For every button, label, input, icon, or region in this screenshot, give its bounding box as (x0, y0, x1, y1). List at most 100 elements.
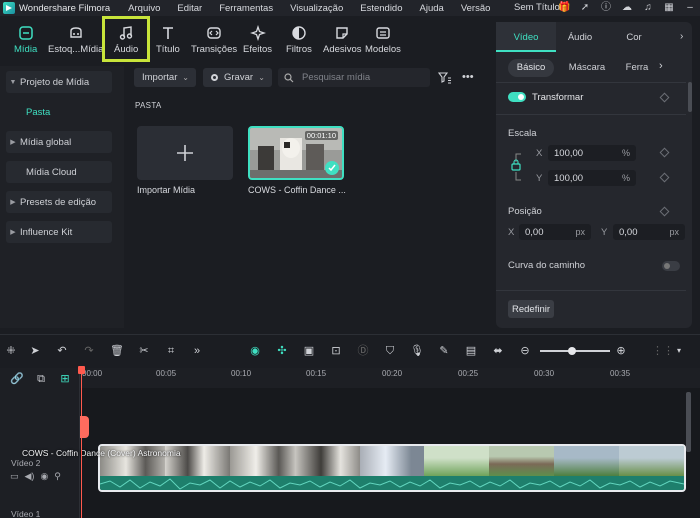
screenshot-icon[interactable]: ⊡ (329, 344, 343, 358)
menu-visualizacao[interactable]: Visualização (290, 3, 343, 14)
menu-editar[interactable]: Editar (177, 3, 202, 14)
snap-icon[interactable]: ✣ (275, 344, 289, 358)
subtab-tools[interactable]: Ferra (622, 59, 652, 77)
tab-transitions[interactable]: Transições (191, 24, 237, 60)
send-icon[interactable]: ➚ (579, 2, 591, 14)
ruler-mark: 00:00 (82, 369, 103, 378)
tool-tabs-bar: Mídia Estoq...Mídia Áudio Título Transiç… (0, 16, 494, 62)
record-dropdown[interactable]: Gravar ⌄ (203, 68, 272, 87)
gift-icon[interactable]: 🎁 (558, 2, 570, 14)
position-x-field[interactable]: 0,00 px (519, 224, 591, 240)
scale-x-field[interactable]: 100,00 % (548, 145, 636, 161)
tab-effects[interactable]: Efeitos (243, 24, 272, 60)
chevron-down-icon[interactable]: ▾ (672, 344, 686, 358)
menu-versao[interactable]: Versão (461, 3, 491, 14)
auto-reframe-icon[interactable]: ▣ (302, 344, 316, 358)
transform-label: Transformar (532, 92, 584, 103)
crop-icon[interactable]: ⌗ (164, 344, 178, 358)
tab-stickers-label: Adesivos (323, 44, 362, 55)
cloud-upload-icon[interactable]: ☁ (621, 2, 633, 14)
zoom-slider-handle[interactable] (568, 347, 576, 355)
chevron-right-icon[interactable]: › (680, 31, 683, 42)
select-arrow-icon[interactable]: ➤ (28, 344, 42, 358)
sidebar-item-project-media[interactable]: ▼ Projeto de Mídia (6, 71, 112, 93)
minimize-icon[interactable]: – (684, 2, 696, 14)
add-track-icon[interactable]: ⊞ (58, 372, 72, 386)
grid-icon[interactable]: ▦ (663, 2, 675, 14)
sidebar-item-label: Mídia Cloud (26, 166, 77, 178)
scissors-icon[interactable]: ✂ (137, 344, 151, 358)
import-media-label: Importar Mídia (137, 185, 196, 195)
tab-templates[interactable]: Modelos (365, 24, 401, 60)
tab-media[interactable]: Mídia (14, 24, 37, 60)
link-icon[interactable]: 🔗 (10, 372, 24, 386)
magnet-icon[interactable]: ⧉ (34, 372, 48, 386)
info-icon[interactable]: ⓘ (600, 2, 612, 14)
menu-ajuda[interactable]: Ajuda (420, 3, 444, 14)
media-image-icon[interactable]: ▤ (464, 344, 478, 358)
more-options-icon[interactable]: ••• (462, 72, 474, 83)
ai-assist-icon[interactable]: ◉ (248, 344, 262, 358)
tab-filters[interactable]: Filtros (286, 24, 312, 60)
redo-icon[interactable]: ↷ (82, 344, 96, 358)
headset-icon[interactable]: ♫ (642, 2, 654, 14)
zoom-slider[interactable] (540, 347, 610, 355)
sidebar-item-influence-kit[interactable]: ▶ Influence Kit (6, 221, 112, 243)
tab-stock-media[interactable]: Estoq...Mídia (48, 24, 103, 60)
layout-grid-icon[interactable]: ⁜ (4, 344, 18, 358)
import-dropdown[interactable]: Importar ⌄ (134, 68, 196, 87)
scale-link-lock-icon[interactable] (511, 152, 525, 182)
folder-icon[interactable]: ▭ (10, 471, 19, 482)
sidebar-item-edit-presets[interactable]: ▶ Presets de edição (6, 191, 112, 213)
ruler-mark: 00:10 (231, 369, 252, 378)
chevron-right-icon[interactable]: › (659, 60, 663, 72)
subtab-mask[interactable]: Máscara (564, 59, 610, 77)
tab-video[interactable]: Vídeo (496, 22, 556, 52)
more-tools-icon[interactable]: » (190, 344, 204, 358)
tab-filters-label: Filtros (286, 44, 312, 55)
transform-toggle[interactable] (508, 92, 526, 102)
scale-y-field[interactable]: 100,00 % (548, 170, 636, 186)
undo-icon[interactable]: ↶ (55, 344, 69, 358)
tab-title[interactable]: Título (156, 24, 180, 60)
timeline-clip-cows[interactable] (98, 444, 686, 492)
menu-ferramentas[interactable]: Ferramentas (219, 3, 273, 14)
path-curve-toggle[interactable] (662, 261, 680, 271)
menu-estendido[interactable]: Estendido (360, 3, 402, 14)
sidebar-item-global-media[interactable]: ▶ Mídia global (6, 131, 112, 153)
search-media-input[interactable]: Pesquisar mídia (278, 68, 430, 87)
split-screen-icon[interactable]: ⬌ (491, 344, 505, 358)
volume-icon[interactable]: ◀) (25, 471, 35, 482)
playhead[interactable] (81, 366, 82, 518)
tab-stickers[interactable]: Adesivos (323, 24, 362, 60)
sidebar-item-folder[interactable]: Pasta (6, 101, 112, 123)
shield-icon[interactable]: ⛉ (383, 344, 397, 358)
playhead-marker[interactable] (78, 366, 85, 374)
menu-arquivo[interactable]: Arquivo (128, 3, 160, 14)
timeline-scrollbar[interactable] (686, 392, 691, 452)
playhead-drag-handle[interactable] (80, 416, 89, 438)
track-height-icon[interactable]: ⋮⋮ (652, 344, 674, 358)
media-library (124, 62, 490, 328)
lock-icon[interactable]: ⚲ (54, 471, 61, 482)
sidebar-item-cloud-media[interactable]: Mídia Cloud (6, 161, 112, 183)
voiceover-icon[interactable]: ✎ (437, 344, 451, 358)
import-media-tile[interactable] (137, 126, 233, 180)
zoom-in-icon[interactable]: ⊕ (614, 344, 628, 358)
subtab-basic[interactable]: Básico (508, 59, 554, 77)
filter-sort-icon[interactable] (437, 72, 452, 84)
reset-button[interactable]: Redefinir (508, 300, 554, 318)
zoom-out-icon[interactable]: ⊖ (518, 344, 532, 358)
eye-icon[interactable]: ◉ (40, 471, 48, 482)
tab-audio-props[interactable]: Áudio (556, 22, 604, 52)
freeze-frame-icon[interactable]: Ⓓ (356, 344, 370, 358)
microphone-icon[interactable]: 🎙 (410, 344, 424, 358)
position-x-value: 0,00 (525, 226, 544, 238)
effects-sparkle-icon (249, 24, 267, 42)
delete-icon[interactable]: 🗑 (110, 344, 124, 358)
clip-audio-waveform (100, 476, 684, 490)
properties-scrollbar[interactable] (688, 82, 692, 112)
tab-color[interactable]: Cor (610, 22, 658, 52)
position-y-field[interactable]: 0,00 px (613, 224, 685, 240)
media-clip-cows[interactable]: 00:01:10 (248, 126, 344, 180)
